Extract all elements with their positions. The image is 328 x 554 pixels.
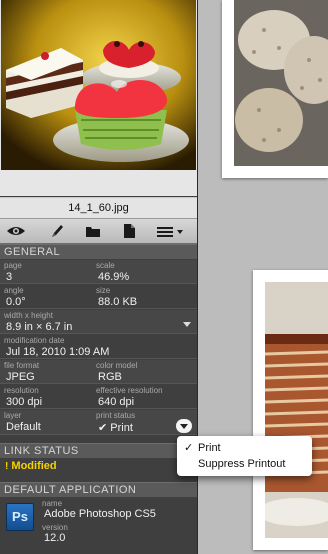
width-height-field[interactable]: width x height 8.9 in × 6.7 in [0,310,197,334]
layer-label: layer [4,411,22,420]
color-model-value: RGB [98,371,122,383]
photoshop-icon: Ps [6,503,34,531]
app-version-field: version 12.0 [38,522,197,546]
size-value: 88.0 KB [98,296,138,308]
width-height-label: width x height [4,311,53,320]
effective-resolution-field: effective resolution 640 dpi [92,385,197,409]
menu-item-print[interactable]: ✓ Print [177,440,312,456]
resolution-field: resolution 300 dpi [0,385,92,409]
default-app-section-header: DEFAULT APPLICATION [0,482,197,497]
checkmark-icon: ✓ [184,442,194,454]
page-label: page [4,261,22,270]
chevron-down-icon[interactable] [183,322,191,327]
menu-item-label: Suppress Printout [198,458,286,470]
thumbnail-area [0,0,197,196]
menu-item-label: Print [198,442,221,454]
file-format-field: file format JPEG [0,360,92,384]
print-status-dropdown-button[interactable] [176,419,192,433]
layer-field: layer Default [0,410,92,435]
page-thumbnail-top[interactable] [222,0,328,178]
layer-value: Default [6,421,41,433]
page-image-truffles [234,0,328,166]
file-format-label: file format [4,361,40,370]
menu-item-suppress-printout[interactable]: Suppress Printout [177,456,312,472]
file-format-value: JPEG [6,371,35,383]
effective-resolution-value: 640 dpi [98,396,135,408]
link-status-value: ! Modified [5,460,57,472]
page-image-crepe-cake [265,282,328,538]
scale-field: scale 46.9% [92,260,197,284]
thumbnail-filename: 14_1_60.jpg [0,197,197,219]
thumbnail-image[interactable] [1,0,196,170]
color-model-label: color model [96,361,138,370]
resolution-value: 300 dpi [6,396,43,408]
effective-resolution-label: effective resolution [96,386,163,395]
page-field: page 3 [0,260,92,284]
warning-icon: ! [5,461,9,472]
modification-date-field: modification date Jul 18, 2010 1:09 AM [0,335,197,359]
angle-value: 0.0° [6,296,26,308]
general-section-header: GENERAL [0,244,197,259]
angle-field: angle 0.0° [0,285,92,309]
app-name-field: name Adobe Photoshop CS5 [38,498,197,520]
size-field: size 88.0 KB [92,285,197,309]
size-label: size [96,286,111,295]
resolution-label: resolution [4,386,39,395]
scale-value: 46.9% [98,271,130,283]
scale-label: scale [96,261,115,270]
pencil-icon[interactable] [44,222,70,240]
link-status-section-header: LINK STATUS [0,443,197,458]
panel-toolbar [0,219,197,244]
document-icon[interactable] [116,222,142,240]
angle-label: angle [4,286,24,295]
app-version-label: version [42,523,68,532]
print-status-value: ✔ Print [98,422,133,434]
chevron-down-icon [180,424,188,429]
eye-icon[interactable] [3,222,29,240]
modification-date-label: modification date [4,336,65,345]
list-icon[interactable] [150,222,190,240]
page-thumbnail-bottom[interactable] [253,270,328,550]
print-status-label: print status [96,411,136,420]
folder-icon[interactable] [80,222,106,240]
width-height-value: 8.9 in × 6.7 in [6,321,73,333]
link-status-text: Modified [11,460,57,472]
app-name-label: name [42,499,63,508]
color-model-field: color model RGB [92,360,197,384]
app-name-value: Adobe Photoshop CS5 [44,508,156,520]
page-value: 3 [6,271,13,283]
info-panel: 14_1_60.jpg GENERAL page 3 scale 46.9% a… [0,0,198,554]
modification-date-value: Jul 18, 2010 1:09 AM [6,346,110,358]
app-version-value: 12.0 [44,532,66,544]
print-status-menu: ✓ Print Suppress Printout [177,436,312,476]
